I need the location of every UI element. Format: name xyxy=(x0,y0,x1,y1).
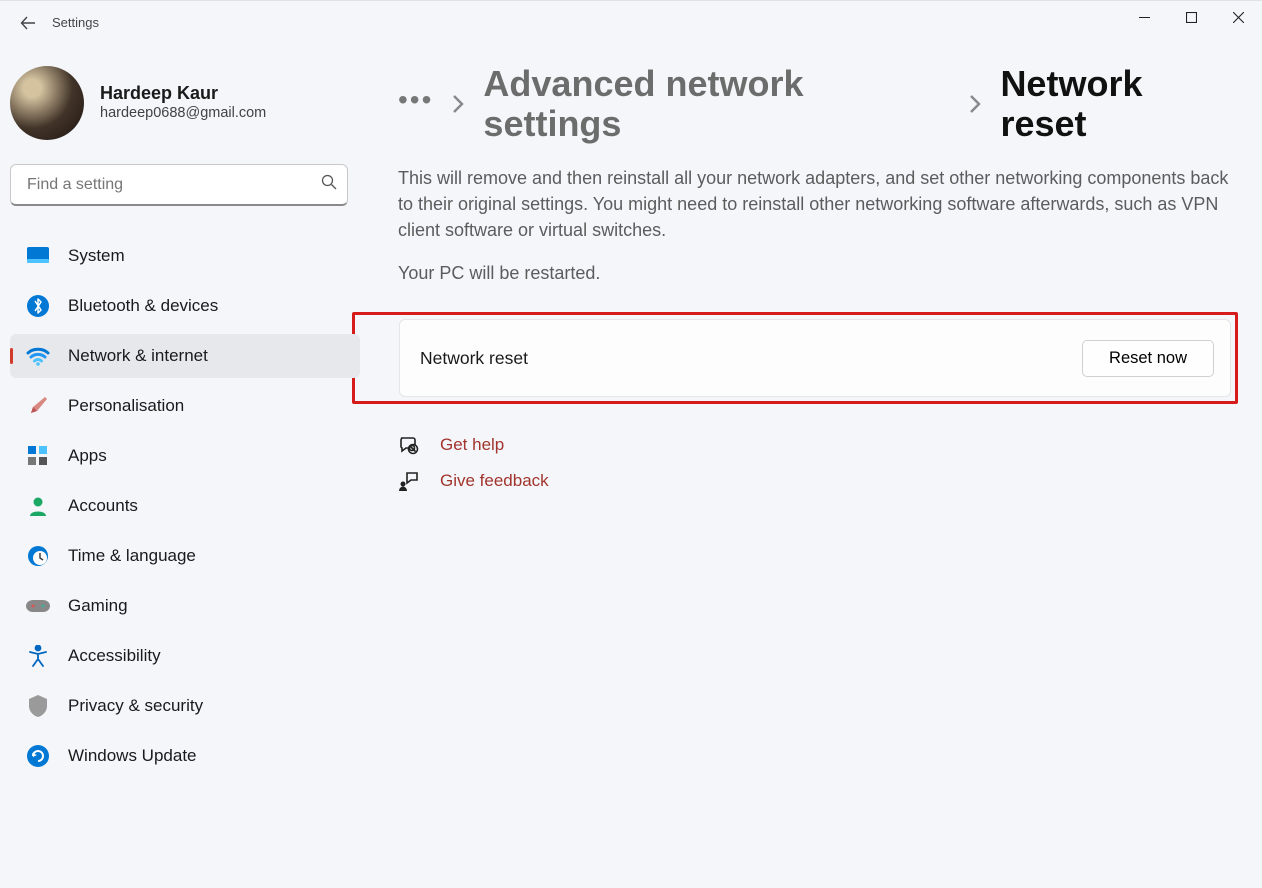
sidebar-item-gaming[interactable]: Gaming xyxy=(10,584,360,628)
breadcrumb-more-button[interactable]: ••• xyxy=(398,85,433,122)
close-button[interactable] xyxy=(1215,1,1262,33)
sidebar-item-accounts[interactable]: Accounts xyxy=(10,484,360,528)
sidebar-item-label: Apps xyxy=(68,446,107,466)
breadcrumb: ••• Advanced network settings Network re… xyxy=(398,64,1238,143)
reset-now-button[interactable]: Reset now xyxy=(1082,340,1214,377)
main-content: ••• Advanced network settings Network re… xyxy=(360,44,1262,888)
sidebar-item-label: Accessibility xyxy=(68,646,161,666)
minimize-button[interactable] xyxy=(1121,1,1168,33)
avatar xyxy=(10,66,84,140)
search-box[interactable] xyxy=(10,164,348,206)
maximize-button[interactable] xyxy=(1168,1,1215,33)
breadcrumb-parent-link[interactable]: Advanced network settings xyxy=(483,64,950,143)
restart-note-text: Your PC will be restarted. xyxy=(398,263,1238,284)
sidebar-item-label: System xyxy=(68,246,125,266)
sidebar-item-label: Windows Update xyxy=(68,746,197,766)
profile-name: Hardeep Kaur xyxy=(100,83,266,105)
highlighted-area: Network reset Reset now xyxy=(352,312,1238,404)
sidebar-item-apps[interactable]: Apps xyxy=(10,434,360,478)
sidebar-item-label: Privacy & security xyxy=(68,696,203,716)
system-icon xyxy=(24,244,52,268)
window-controls xyxy=(1121,1,1262,44)
update-icon xyxy=(24,744,52,768)
title-bar: Settings xyxy=(0,0,1262,44)
feedback-icon xyxy=(398,470,420,492)
profile-block[interactable]: Hardeep Kaur hardeep0688@gmail.com xyxy=(10,66,360,164)
help-icon xyxy=(398,434,420,456)
shield-icon xyxy=(24,694,52,718)
wifi-icon xyxy=(24,344,52,368)
chevron-right-icon xyxy=(451,93,465,115)
give-feedback-row: Give feedback xyxy=(398,470,1238,492)
network-reset-card: Network reset Reset now xyxy=(399,319,1231,397)
nav: System Bluetooth & devices Network & int… xyxy=(10,234,360,778)
sidebar-item-system[interactable]: System xyxy=(10,234,360,278)
give-feedback-link[interactable]: Give feedback xyxy=(440,471,549,491)
search-icon xyxy=(321,174,337,195)
paintbrush-icon xyxy=(24,394,52,418)
sidebar-item-privacy[interactable]: Privacy & security xyxy=(10,684,360,728)
person-icon xyxy=(24,494,52,518)
apps-icon xyxy=(24,444,52,468)
back-button[interactable] xyxy=(8,3,48,43)
sidebar-item-label: Accounts xyxy=(68,496,138,516)
get-help-row: Get help xyxy=(398,434,1238,456)
get-help-link[interactable]: Get help xyxy=(440,435,504,455)
sidebar-item-label: Time & language xyxy=(68,546,196,566)
accessibility-icon xyxy=(24,644,52,668)
profile-email: hardeep0688@gmail.com xyxy=(100,104,266,123)
card-label: Network reset xyxy=(420,348,528,369)
breadcrumb-current: Network reset xyxy=(1000,64,1238,143)
sidebar-item-label: Network & internet xyxy=(68,346,208,366)
bluetooth-icon xyxy=(24,294,52,318)
gaming-icon xyxy=(24,594,52,618)
sidebar-item-time-language[interactable]: Time & language xyxy=(10,534,360,578)
sidebar-item-accessibility[interactable]: Accessibility xyxy=(10,634,360,678)
sidebar-item-label: Gaming xyxy=(68,596,128,616)
search-input[interactable] xyxy=(25,175,321,195)
sidebar-item-bluetooth[interactable]: Bluetooth & devices xyxy=(10,284,360,328)
chevron-right-icon xyxy=(968,93,982,115)
clock-globe-icon xyxy=(24,544,52,568)
sidebar-item-personalisation[interactable]: Personalisation xyxy=(10,384,360,428)
app-title: Settings xyxy=(48,15,99,30)
sidebar-item-windows-update[interactable]: Windows Update xyxy=(10,734,360,778)
sidebar: Hardeep Kaur hardeep0688@gmail.com Syste… xyxy=(0,44,360,888)
sidebar-item-label: Bluetooth & devices xyxy=(68,296,218,316)
description-text: This will remove and then reinstall all … xyxy=(398,165,1238,243)
sidebar-item-network[interactable]: Network & internet xyxy=(10,334,360,378)
sidebar-item-label: Personalisation xyxy=(68,396,184,416)
